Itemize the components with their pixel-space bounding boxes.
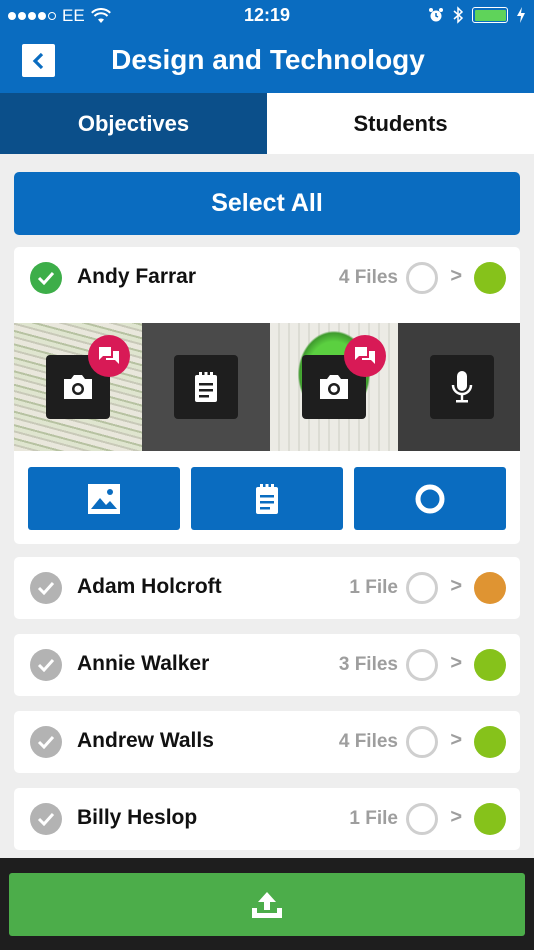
tab-objectives[interactable]: Objectives: [0, 93, 267, 154]
comment-icon[interactable]: [344, 335, 386, 377]
check-icon[interactable]: [30, 726, 62, 758]
student-row[interactable]: Andrew Walls 4 Files >: [14, 711, 520, 773]
battery-icon: [472, 7, 508, 23]
arrow-icon: >: [450, 575, 462, 597]
upload-icon: [252, 891, 282, 918]
student-row[interactable]: Annie Walker 3 Files >: [14, 634, 520, 696]
check-icon[interactable]: [30, 649, 62, 681]
notepad-icon: [174, 355, 238, 419]
check-icon[interactable]: [30, 572, 62, 604]
progress-ring-icon[interactable]: [406, 262, 438, 294]
media-note[interactable]: [142, 323, 270, 451]
progress-ring-icon[interactable]: [406, 572, 438, 604]
student-row[interactable]: Andy Farrar 4 Files >: [14, 247, 520, 309]
action-row: [28, 467, 506, 530]
progress-ring-icon[interactable]: [406, 726, 438, 758]
image-icon: [88, 483, 120, 514]
student-name: Annie Walker: [77, 652, 210, 675]
tab-students[interactable]: Students: [267, 93, 534, 154]
status-dot[interactable]: [474, 726, 506, 758]
bluetooth-icon: [453, 6, 464, 24]
student-name: Adam Holcroft: [77, 575, 222, 598]
student-row[interactable]: Billy Heslop 1 File >: [14, 788, 520, 850]
media-photo[interactable]: [270, 323, 398, 451]
media-audio[interactable]: [398, 323, 520, 451]
status-dot[interactable]: [474, 803, 506, 835]
status-bar: EE 12:19: [0, 0, 534, 30]
student-name: Andy Farrar: [77, 265, 197, 288]
tab-bar: Objectives Students: [0, 93, 534, 154]
student-name: Billy Heslop: [77, 806, 198, 829]
microphone-icon: [430, 355, 494, 419]
arrow-icon: >: [450, 265, 462, 287]
status-dot[interactable]: [474, 262, 506, 294]
bottom-bar: [0, 858, 534, 950]
check-icon[interactable]: [30, 803, 62, 835]
file-count: 3 Files: [338, 654, 398, 675]
arrow-icon: >: [450, 729, 462, 751]
progress-ring-icon[interactable]: [406, 649, 438, 681]
add-image-button[interactable]: [28, 467, 180, 530]
progress-ring-icon[interactable]: [406, 803, 438, 835]
header: Design and Technology: [0, 30, 534, 93]
student-row[interactable]: Adam Holcroft 1 File >: [14, 557, 520, 619]
arrow-icon: >: [450, 652, 462, 674]
record-button[interactable]: [354, 467, 506, 530]
file-count: 1 File: [349, 808, 398, 829]
notepad-icon: [256, 483, 278, 514]
file-count: 1 File: [349, 577, 398, 598]
page-title: Design and Technology: [111, 44, 425, 75]
media-strip: [14, 323, 520, 451]
file-count: 4 Files: [338, 731, 398, 752]
student-card-expanded: Andy Farrar 4 Files >: [14, 247, 520, 544]
upload-button[interactable]: [9, 873, 525, 936]
checked-icon[interactable]: [30, 262, 62, 294]
ring-icon: [415, 484, 445, 513]
status-dot[interactable]: [474, 572, 506, 604]
file-count: 4 Files: [338, 267, 398, 288]
arrow-icon: >: [450, 806, 462, 828]
status-dot[interactable]: [474, 649, 506, 681]
status-right: [428, 6, 526, 24]
add-note-button[interactable]: [191, 467, 343, 530]
charging-icon: [517, 7, 525, 23]
select-all-button[interactable]: Select All: [14, 172, 520, 235]
comment-icon[interactable]: [88, 335, 130, 377]
media-photo[interactable]: [14, 323, 142, 451]
alarm-icon: [429, 8, 443, 22]
student-name: Andrew Walls: [77, 729, 214, 752]
